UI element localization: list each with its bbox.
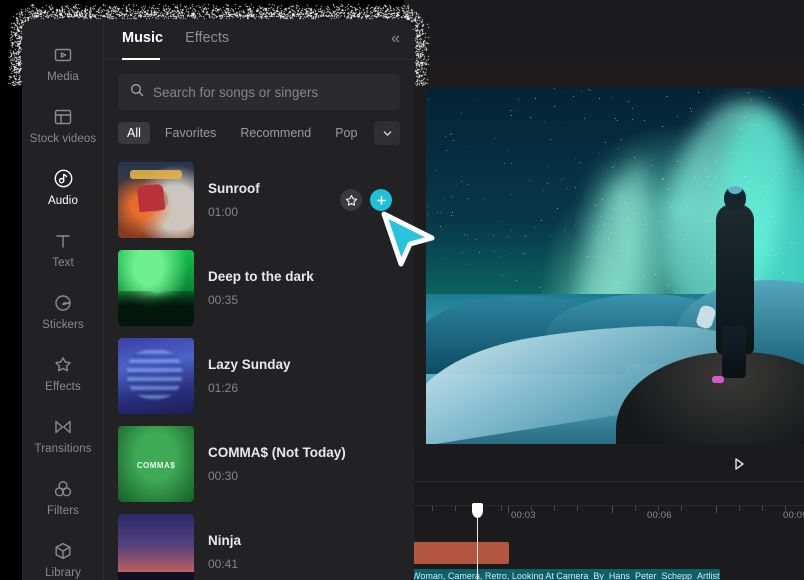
filter-chip-recommend[interactable]: Recommend [231, 122, 320, 144]
sidebar-item-stock-videos[interactable]: Stock videos [22, 94, 104, 156]
search-input[interactable] [153, 85, 388, 100]
filter-chip-all[interactable]: All [118, 122, 150, 144]
ruler-label: 00:06 [647, 510, 672, 521]
sidebar-item-text[interactable]: Text [22, 218, 104, 280]
person-hat [728, 184, 742, 194]
sidebar-item-label: Transitions [35, 443, 92, 455]
song-row[interactable]: Sunroof 01:00 [104, 156, 414, 244]
star-icon[interactable] [340, 189, 362, 211]
song-meta: Deep to the dark 00:35 [208, 269, 400, 307]
sidebar-item-media[interactable]: Media [22, 32, 104, 94]
sidebar-item-label: Stickers [42, 319, 84, 331]
add-icon[interactable] [370, 189, 392, 211]
play-icon[interactable] [730, 455, 748, 473]
song-title: Lazy Sunday [208, 357, 400, 372]
song-thumbnail[interactable] [118, 514, 194, 580]
song-list: Sunroof 01:00 Deep to the dark 00:35 Lazy S… [104, 152, 414, 580]
song-meta: COMMA$ (Not Today) 00:30 [208, 445, 400, 483]
chevron-down-icon[interactable] [374, 121, 400, 145]
filters-icon [53, 478, 73, 500]
ruler-label: 00:09 [783, 510, 804, 521]
stickers-icon [53, 292, 73, 314]
video-preview-area [404, 60, 804, 445]
sidebar-item-label: Media [47, 71, 79, 83]
person-legs [722, 326, 746, 378]
music-panel: Music Effects « AllFavoritesRecommendPo [104, 18, 414, 580]
song-thumbnail[interactable] [118, 338, 194, 414]
song-meta: Ninja 00:41 [208, 533, 400, 571]
panel-tabs: Music Effects « [104, 18, 414, 60]
editor-panel-window: Media Stock videos Audio Text Stickers Effect… [22, 18, 414, 580]
song-duration: 00:35 [208, 293, 400, 307]
left-sidebar: Media Stock videos Audio Text Stickers Effect… [22, 18, 104, 580]
song-duration: 00:30 [208, 469, 400, 483]
video-preview[interactable] [426, 88, 804, 444]
search-container [104, 60, 414, 110]
timeline-toolbar [404, 445, 804, 482]
sidebar-item-label: Audio [48, 195, 78, 207]
song-title: Deep to the dark [208, 269, 400, 284]
search-icon [130, 83, 144, 102]
media-icon [53, 44, 73, 66]
filter-chip-pop[interactable]: Pop [326, 122, 366, 144]
timeline: 00:03 00:06 00:09 Woman, Camera, Retro, … [404, 445, 804, 580]
video-clip[interactable] [409, 542, 509, 564]
app-root: 00:03 00:06 00:09 Woman, Camera, Retro, … [0, 0, 804, 580]
playhead-line [477, 517, 478, 580]
library-icon [53, 540, 73, 562]
sidebar-item-stickers[interactable]: Stickers [22, 280, 104, 342]
sidebar-item-audio[interactable]: Audio [22, 156, 104, 218]
sidebar-item-label: Effects [45, 381, 81, 393]
sidebar-item-label: Filters [47, 505, 79, 517]
timeline-ruler[interactable]: 00:03 00:06 00:09 [404, 505, 804, 527]
song-row[interactable]: Ninja 00:41 [104, 508, 414, 580]
sidebar-item-label: Library [45, 567, 81, 579]
song-thumbnail[interactable] [118, 162, 194, 238]
song-actions [340, 189, 392, 211]
song-row[interactable]: Deep to the dark 00:35 [104, 244, 414, 332]
play-icon[interactable] [143, 187, 169, 213]
song-row[interactable]: COMMA$ (Not Today) 00:30 [104, 420, 414, 508]
audio-icon [53, 168, 74, 190]
transitions-icon [53, 416, 73, 438]
song-title: Ninja [208, 533, 400, 548]
filter-chips: All Favorites Recommend Pop [104, 110, 414, 152]
song-duration: 00:41 [208, 557, 400, 571]
song-thumbnail[interactable] [118, 426, 194, 502]
sidebar-item-filters[interactable]: Filters [22, 466, 104, 528]
collapse-panel-icon[interactable]: « [391, 31, 400, 47]
person-accent [712, 376, 724, 383]
song-row[interactable]: Lazy Sunday 01:26 [104, 332, 414, 420]
song-duration: 01:26 [208, 381, 400, 395]
filter-chip-favorites[interactable]: Favorites [156, 122, 225, 144]
sidebar-item-library[interactable]: Library [22, 528, 104, 580]
audio-clip[interactable]: Woman, Camera, Retro, Looking At Camera_… [409, 569, 720, 580]
song-meta: Lazy Sunday 01:26 [208, 357, 400, 395]
song-title: COMMA$ (Not Today) [208, 445, 400, 460]
sidebar-item-label: Stock videos [30, 133, 96, 145]
text-icon [53, 230, 73, 252]
sidebar-item-label: Text [52, 257, 74, 269]
sidebar-item-transitions[interactable]: Transitions [22, 404, 104, 466]
ruler-label: 00:03 [511, 510, 536, 521]
sidebar-item-effects[interactable]: Effects [22, 342, 104, 404]
playhead-handle[interactable] [472, 503, 483, 518]
effects-icon [53, 354, 73, 376]
search-box[interactable] [118, 74, 400, 110]
tab-effects[interactable]: Effects [185, 30, 229, 48]
audio-clip-label: Woman, Camera, Retro, Looking At Camera_… [409, 569, 720, 580]
tab-music[interactable]: Music [122, 30, 163, 48]
song-thumbnail[interactable] [118, 250, 194, 326]
stock-videos-icon [53, 106, 73, 128]
timeline-tracks: Woman, Camera, Retro, Looking At Camera_… [404, 529, 804, 580]
